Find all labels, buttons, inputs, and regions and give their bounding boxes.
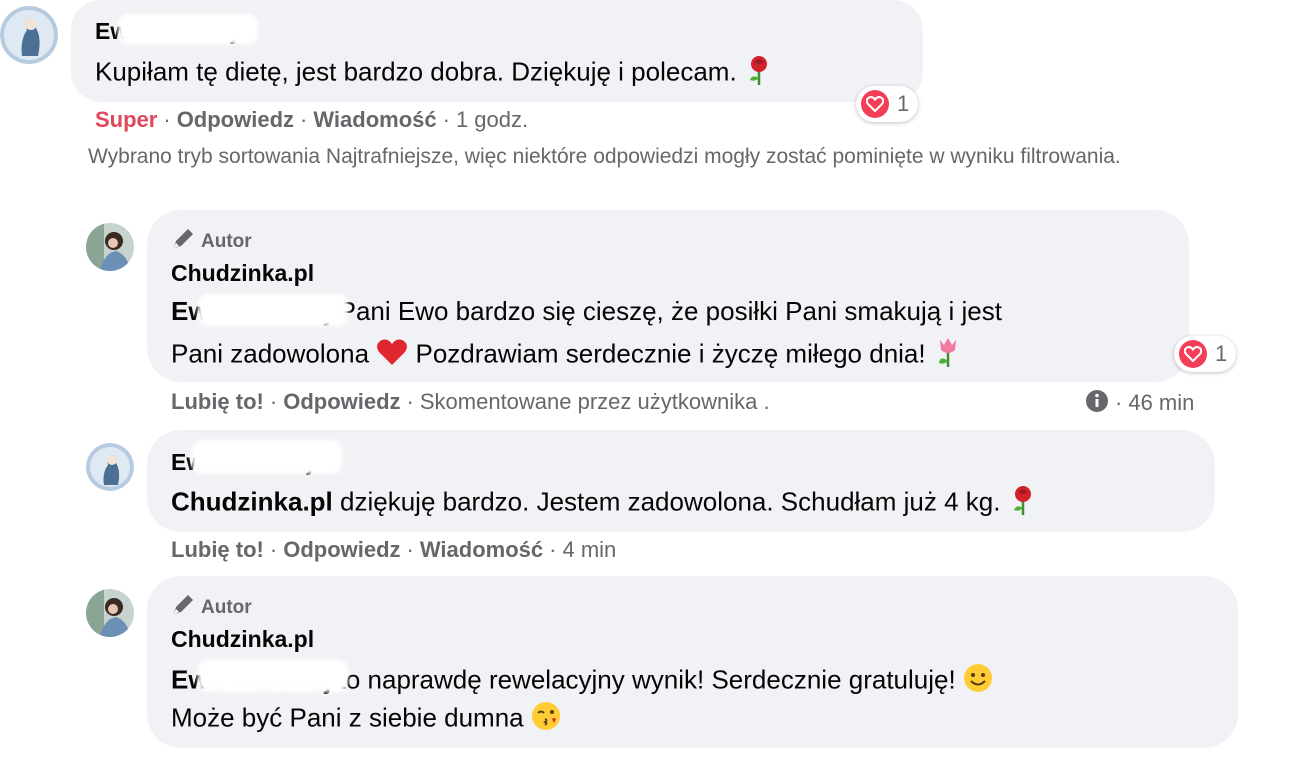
reply-author[interactable]: Chudzinka.pl <box>171 626 314 653</box>
reply-actions: Lubię to! · Odpowiedz · Wiadomość · 4 min <box>171 537 617 562</box>
super-reaction-link[interactable]: Super <box>95 107 157 132</box>
pen-icon <box>171 593 197 623</box>
reply-actions: Lubię to! · Odpowiedz · Skomentowane przez u… <box>171 389 770 414</box>
author-badge: Autor <box>171 227 252 257</box>
reply-link[interactable]: Odpowiedz <box>283 389 400 414</box>
redaction <box>118 14 258 44</box>
reaction-count[interactable]: 1 <box>1174 336 1237 372</box>
red-heart-emoji <box>376 337 408 374</box>
reply-text-line-2: Pani zadowolona Pozdrawiam serdecznie i … <box>171 336 963 375</box>
rose-emoji <box>744 54 774 93</box>
love-reaction-icon <box>1179 340 1207 368</box>
reply-text-line-2: Może być Pani z siebie dumna <box>171 701 561 738</box>
redaction <box>192 440 342 474</box>
avatar[interactable] <box>86 223 134 271</box>
avatar[interactable] <box>0 4 58 66</box>
redaction <box>198 660 348 692</box>
reply-link[interactable]: Odpowiedz <box>177 107 294 132</box>
sort-note: Wybrano tryb sortowania Najtrafniejsze, … <box>88 145 1121 168</box>
rose-emoji <box>1008 484 1038 523</box>
avatar[interactable] <box>86 443 134 491</box>
comment-actions: Super · Odpowiedz · Wiadomość · 1 godz. <box>95 107 529 132</box>
love-reaction-icon <box>861 90 889 118</box>
like-link[interactable]: Lubię to! <box>171 389 264 414</box>
pen-icon <box>171 227 197 257</box>
commented-by-text: Skomentowane przez użytkownika <box>419 389 758 414</box>
smile-emoji <box>963 663 993 700</box>
message-link[interactable]: Wiadomość <box>420 537 543 562</box>
tulip-emoji <box>933 336 963 375</box>
like-link[interactable]: Lubię to! <box>171 537 264 562</box>
reply-link[interactable]: Odpowiedz <box>283 537 400 562</box>
timestamp[interactable]: 4 min <box>562 537 616 562</box>
timestamp[interactable]: 46 min <box>1128 390 1194 415</box>
reply-author[interactable]: Chudzinka.pl <box>171 260 314 287</box>
info-icon[interactable] <box>1085 389 1109 419</box>
redaction <box>198 294 348 326</box>
kiss-emoji <box>531 701 561 738</box>
comment-text: Kupiłam tę dietę, jest bardzo dobra. Dzi… <box>95 54 774 93</box>
author-badge: Autor <box>171 593 252 623</box>
avatar[interactable] <box>86 589 134 637</box>
mention[interactable]: Chudzinka.pl <box>171 486 333 516</box>
message-link[interactable]: Wiadomość <box>313 107 436 132</box>
reply-actions-right: · 46 min <box>1085 389 1194 419</box>
reply-text: Chudzinka.pl dziękuję bardzo. Jestem zad… <box>171 484 1038 523</box>
timestamp[interactable]: 1 godz. <box>456 107 528 132</box>
reaction-count[interactable]: 1 <box>856 86 919 122</box>
